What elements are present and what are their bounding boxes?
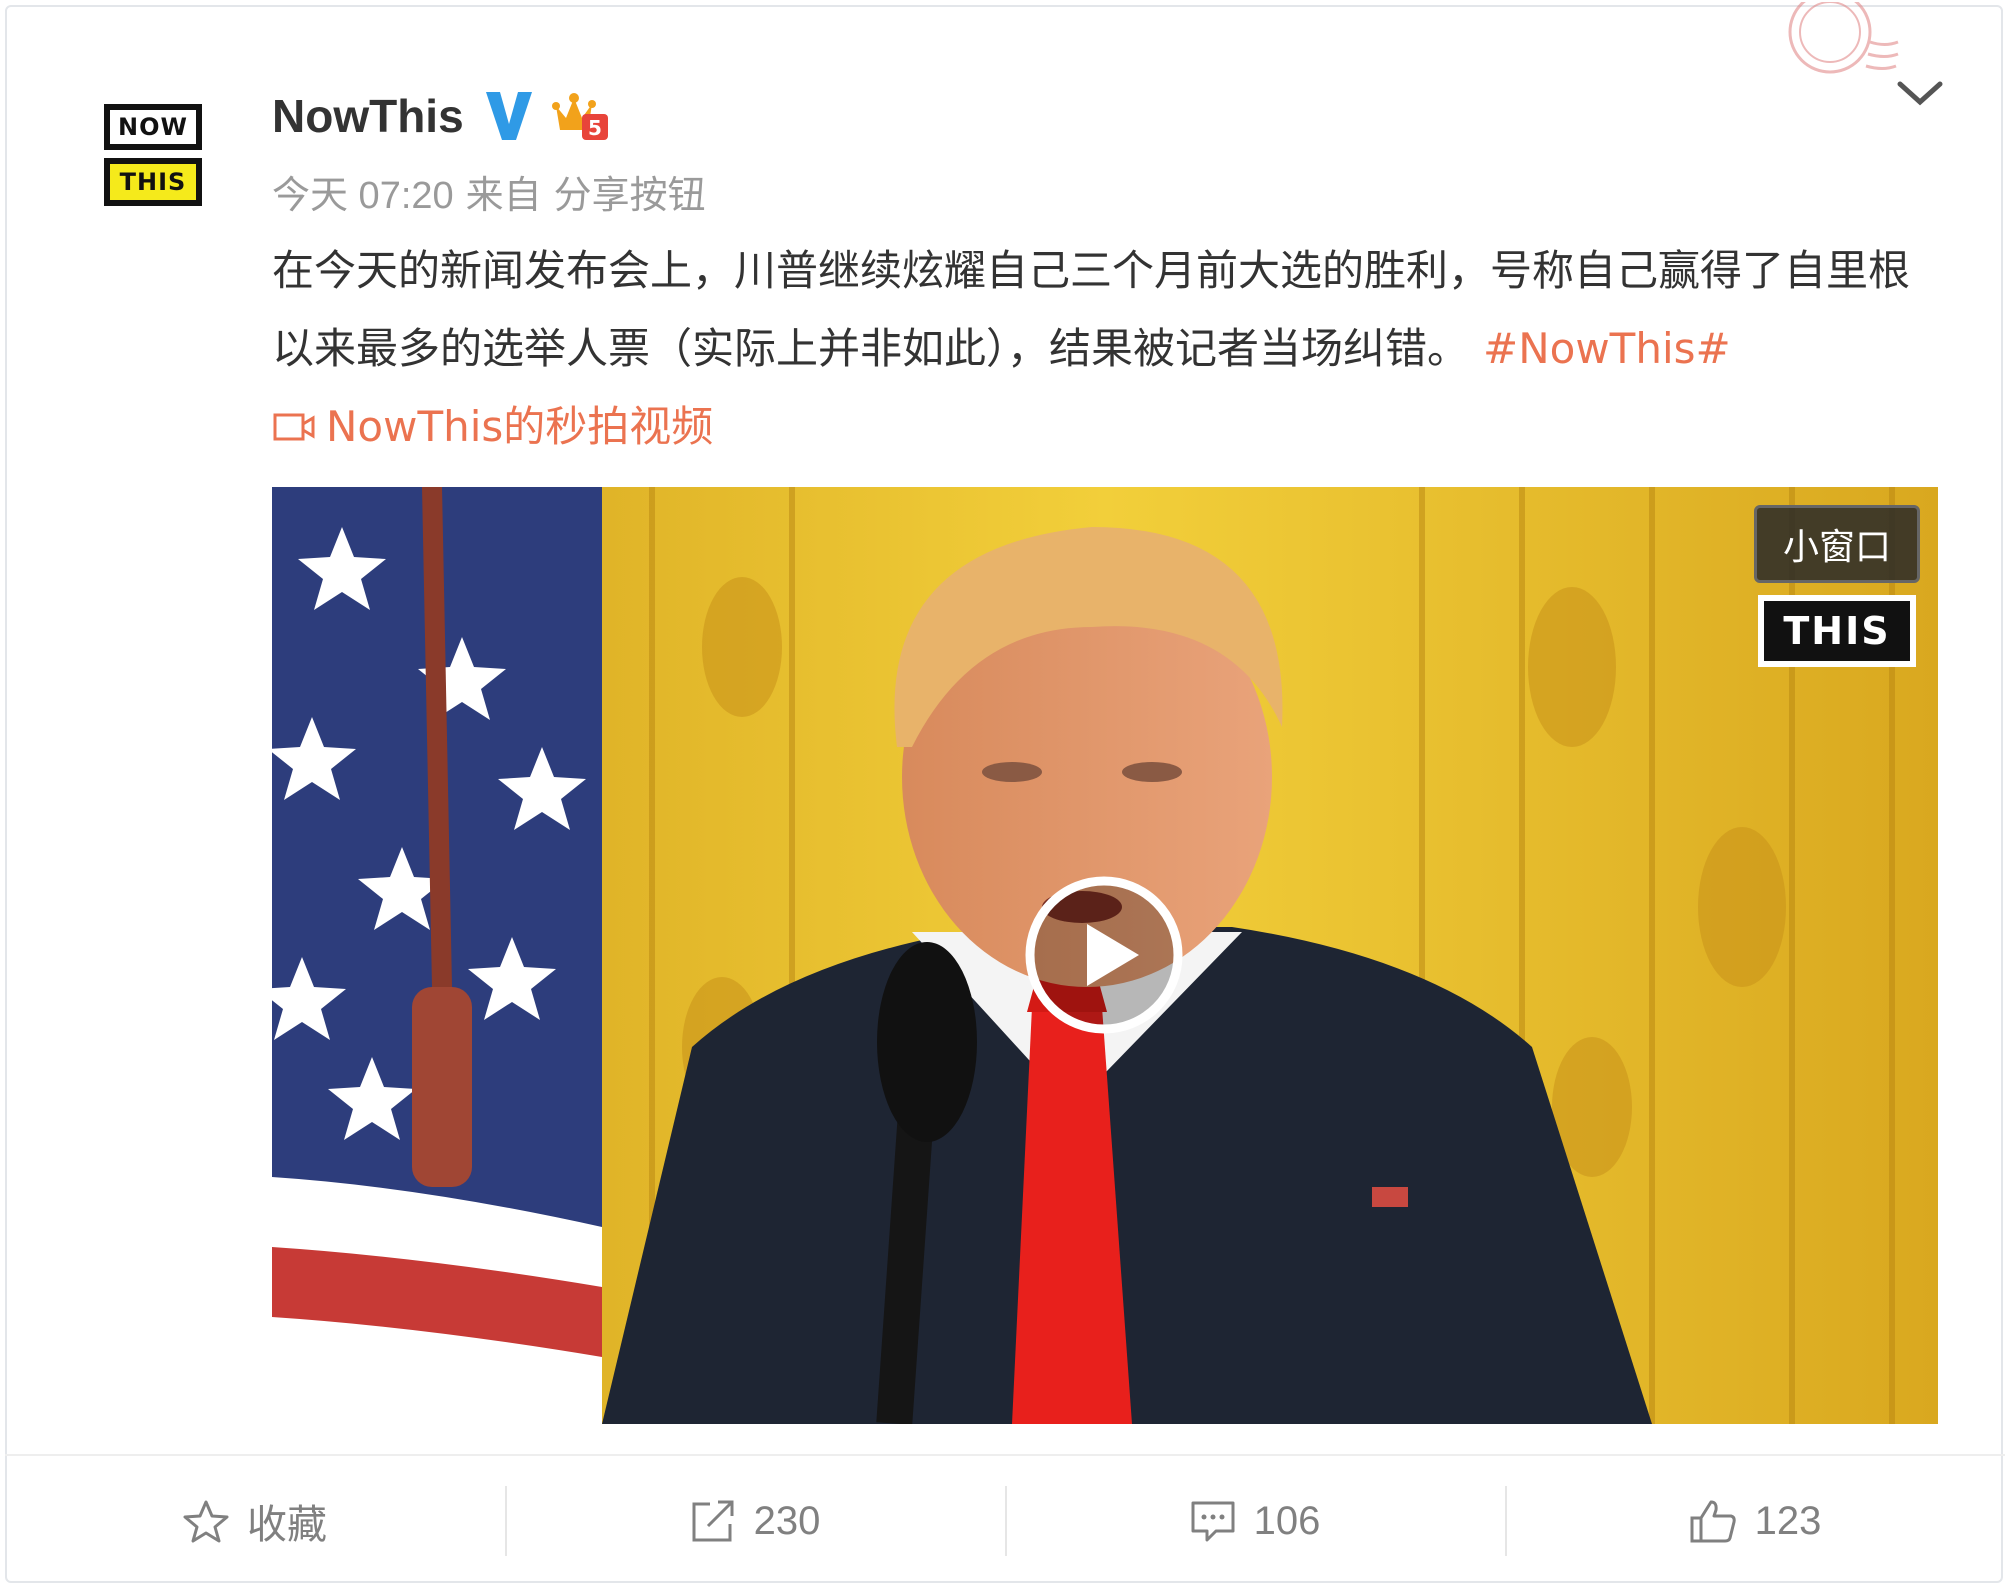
share-icon — [692, 1500, 734, 1542]
comment-count: 106 — [1253, 1498, 1321, 1543]
verified-v-icon[interactable] — [484, 88, 534, 144]
video-player[interactable]: 小窗口 THIS — [272, 487, 1938, 1424]
source-prefix: 来自 — [465, 175, 542, 217]
thumbs-up-icon — [1690, 1500, 1736, 1543]
star-icon — [183, 1500, 229, 1543]
favorite-label: 收藏 — [247, 1503, 327, 1547]
video-link[interactable]: NowThis的秒拍视频 — [272, 388, 713, 466]
post-content: 在今天的新闻发布会上，川普继续炫耀自己三个月前大选的胜利，号称自己赢得了自里根以… — [272, 232, 1932, 469]
small-window-button[interactable]: 小窗口 — [1754, 505, 1920, 583]
this-watermark-text: THIS — [1764, 601, 1910, 661]
action-bar: 收藏 230 106 123 — [5, 1456, 2005, 1586]
vip-crown-icon[interactable]: 5 — [552, 90, 610, 142]
username-link[interactable]: NowThis — [272, 86, 464, 146]
play-button[interactable] — [1021, 872, 1187, 1038]
video-link-icon — [273, 413, 315, 441]
hashtag-link[interactable]: #NowThis# — [1483, 324, 1731, 373]
this-watermark: THIS — [1758, 595, 1916, 667]
like-button[interactable]: 123 — [1505, 1456, 2005, 1586]
avatar-this-text: THIS — [104, 158, 202, 206]
avatar[interactable]: NOW THIS — [102, 100, 208, 212]
favorite-button[interactable]: 收藏 — [5, 1456, 505, 1586]
svg-text:5: 5 — [588, 116, 602, 140]
repost-count: 230 — [753, 1498, 821, 1543]
avatar-now-text: NOW — [104, 104, 202, 150]
comment-icon — [1191, 1501, 1235, 1542]
like-count: 123 — [1754, 1498, 1822, 1543]
post-meta: 今天 07:20 来自 分享按钮 — [272, 168, 718, 224]
comment-button[interactable]: 106 — [1005, 1456, 1505, 1586]
source-link[interactable]: 分享按钮 — [554, 175, 706, 217]
chevron-down-icon[interactable] — [1890, 74, 1950, 114]
post-time[interactable]: 今天 07:20 — [272, 175, 454, 217]
repost-button[interactable]: 230 — [505, 1456, 1005, 1586]
play-icon — [1025, 876, 1183, 1034]
toutiao-stamp-icon — [1740, 0, 1900, 102]
video-link-label: NowThis的秒拍视频 — [326, 402, 714, 451]
